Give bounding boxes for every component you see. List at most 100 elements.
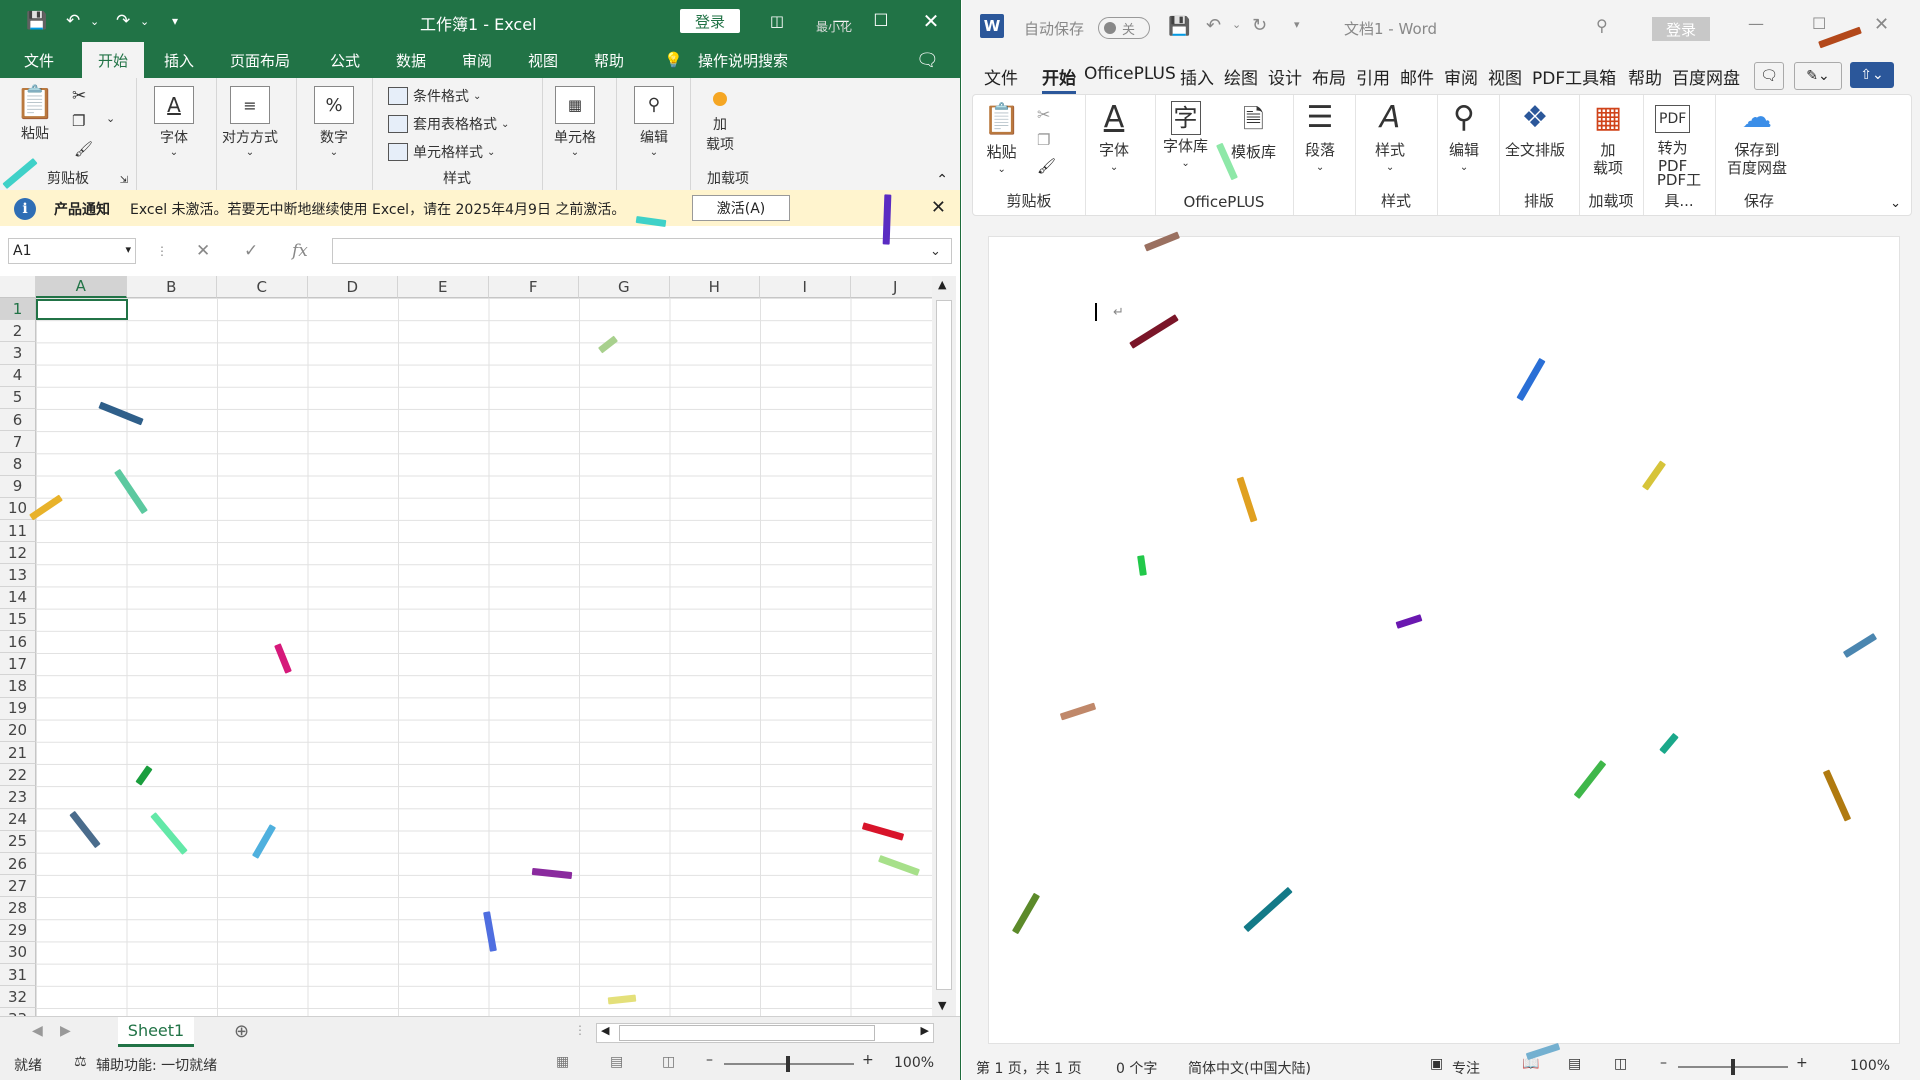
font-button[interactable]: A 字体 ⌄ — [154, 86, 194, 158]
copy-icon[interactable]: ❐ — [72, 112, 85, 130]
paragraph-button[interactable]: ☰ 段落 ⌄ — [1305, 99, 1335, 177]
tab-formulas[interactable]: 公式 — [330, 42, 360, 78]
cell-style-button[interactable]: 单元格样式 ⌄ — [388, 142, 495, 162]
conditional-format-button[interactable]: 条件格式 ⌄ — [388, 86, 481, 106]
language-status[interactable]: 简体中文(中国大陆) — [1188, 1058, 1311, 1078]
insert-function-icon[interactable]: fx — [292, 238, 308, 264]
tab-view[interactable]: 视图 — [1488, 64, 1522, 89]
template-library-button[interactable]: 🗎 模板库 — [1231, 101, 1276, 161]
horizontal-scrollbar[interactable]: ◀ ▶ — [596, 1023, 934, 1043]
addins-button[interactable]: 加 载项 — [706, 92, 734, 154]
tab-page-layout[interactable]: 页面布局 — [230, 42, 290, 78]
zoom-in-icon[interactable]: + — [862, 1052, 874, 1068]
tab-home[interactable]: 开始 — [82, 42, 145, 78]
select-all-corner[interactable] — [0, 276, 36, 298]
row-header[interactable]: 26 — [0, 853, 36, 876]
cells-button[interactable]: ▦ 单元格 ⌄ — [554, 86, 596, 158]
activate-button[interactable]: 激活(A) — [692, 195, 790, 221]
row-header[interactable]: 5 — [0, 386, 36, 409]
close-icon[interactable]: ✕ — [931, 197, 946, 218]
scroll-right-icon[interactable]: ▶ — [921, 1024, 929, 1037]
web-layout-icon[interactable]: ◫ — [1614, 1056, 1627, 1072]
tab-file[interactable]: 文件 — [984, 64, 1018, 89]
column-header[interactable]: B — [126, 276, 217, 298]
next-sheet-icon[interactable]: ▶ — [60, 1023, 71, 1039]
tab-mailings[interactable]: 邮件 — [1400, 64, 1434, 89]
scroll-down-icon[interactable]: ▼ — [938, 999, 946, 1012]
redo-dropdown-icon[interactable]: ⌄ — [140, 0, 149, 42]
tab-file[interactable]: 文件 — [24, 42, 54, 78]
edit-button[interactable]: ⚲ 编辑 ⌄ — [1449, 99, 1479, 177]
comment-icon[interactable]: 🗨 — [1754, 62, 1784, 90]
tab-view[interactable]: 视图 — [528, 42, 558, 78]
row-header[interactable]: 13 — [0, 564, 36, 587]
column-header[interactable]: I — [760, 276, 851, 298]
format-painter-icon[interactable]: 🖌 — [1037, 157, 1056, 175]
row-header[interactable]: 25 — [0, 830, 36, 853]
tab-insert[interactable]: 插入 — [164, 42, 194, 78]
zoom-level[interactable]: 100% — [1850, 1058, 1890, 1074]
row-header[interactable]: 21 — [0, 742, 36, 765]
accessibility-icon[interactable]: ⚖ — [74, 1054, 87, 1070]
collapse-ribbon-icon[interactable]: ⌃ — [936, 172, 948, 188]
row-header[interactable]: 17 — [0, 653, 36, 676]
row-header[interactable]: 29 — [0, 919, 36, 942]
row-header[interactable]: 32 — [0, 986, 36, 1009]
tell-me-search[interactable]: 操作说明搜索 — [698, 42, 788, 78]
customize-qat-icon[interactable]: ▾ — [172, 0, 178, 42]
ribbon-display-icon[interactable]: ◫ — [754, 0, 800, 42]
row-header[interactable]: 6 — [0, 409, 36, 432]
row-header[interactable]: 9 — [0, 475, 36, 498]
accessibility-status[interactable]: 辅助功能: 一切就绪 — [96, 1055, 217, 1075]
column-header[interactable]: G — [579, 276, 670, 298]
tab-layout[interactable]: 布局 — [1312, 64, 1346, 89]
zoom-in-icon[interactable]: + — [1796, 1055, 1808, 1071]
save-icon[interactable]: 💾 — [1168, 16, 1190, 37]
font-library-button[interactable]: 字 字体库 ⌄ — [1163, 101, 1208, 173]
lightbulb-icon[interactable]: 💡 — [664, 42, 683, 78]
row-header[interactable]: 23 — [0, 786, 36, 809]
column-header[interactable]: C — [217, 276, 308, 298]
convert-pdf-button[interactable]: PDF 转为 PDF — [1655, 99, 1691, 175]
tab-review[interactable]: 审阅 — [462, 42, 492, 78]
chevron-down-icon[interactable]: ▾ — [125, 243, 131, 256]
row-header[interactable]: 24 — [0, 808, 36, 831]
format-painter-icon[interactable]: 🖌 — [74, 140, 93, 158]
paste-button[interactable]: 📋 粘贴 ⌄ — [983, 101, 1020, 179]
page-break-view-icon[interactable]: ◫ — [662, 1054, 675, 1070]
comments-icon[interactable]: 🗨 — [916, 42, 939, 78]
editing-mode-icon[interactable]: ✎⌄ — [1794, 62, 1842, 90]
zoom-slider[interactable] — [1678, 1059, 1788, 1075]
row-header[interactable]: 14 — [0, 586, 36, 609]
expand-formula-icon[interactable]: ⌄ — [930, 238, 941, 264]
active-cell[interactable] — [36, 299, 128, 320]
tab-data[interactable]: 数据 — [396, 42, 426, 78]
zoom-out-icon[interactable]: – — [706, 1052, 713, 1068]
tab-help[interactable]: 帮助 — [594, 42, 624, 78]
cut-icon[interactable]: ✂ — [72, 86, 86, 106]
cut-icon[interactable]: ✂ — [1037, 105, 1050, 124]
document-page[interactable]: ↵ — [988, 236, 1900, 1044]
row-header[interactable]: 12 — [0, 542, 36, 565]
sheet-tab[interactable]: Sheet1 — [118, 1017, 194, 1047]
font-button[interactable]: A 字体 ⌄ — [1099, 99, 1129, 177]
tab-design[interactable]: 设计 — [1268, 64, 1302, 89]
zoom-slider-thumb[interactable] — [786, 1056, 790, 1072]
zoom-slider-thumb[interactable] — [1731, 1059, 1735, 1075]
maximize-button[interactable]: ☐ — [1812, 14, 1826, 33]
table-format-button[interactable]: 套用表格格式 ⌄ — [388, 114, 509, 134]
zoom-slider[interactable] — [724, 1056, 854, 1072]
undo-dropdown-icon[interactable]: ⌄ — [90, 0, 99, 42]
column-header[interactable]: F — [488, 276, 579, 298]
row-header[interactable]: 31 — [0, 964, 36, 987]
tab-references[interactable]: 引用 — [1356, 64, 1390, 89]
customize-qat-icon[interactable]: ▾ — [1294, 18, 1300, 31]
copy-icon[interactable]: ❐ — [1037, 131, 1050, 149]
row-header[interactable]: 16 — [0, 631, 36, 654]
save-baidu-button[interactable]: ☁ 保存到 百度网盘 — [1727, 99, 1787, 177]
undo-dropdown-icon[interactable]: ⌄ — [1232, 18, 1241, 31]
row-header[interactable]: 30 — [0, 941, 36, 964]
full-layout-button[interactable]: ❖ 全文排版 — [1505, 99, 1565, 159]
page-count[interactable]: 第 1 页，共 1 页 — [976, 1058, 1082, 1078]
word-login-button[interactable]: 登录 — [1652, 17, 1710, 41]
